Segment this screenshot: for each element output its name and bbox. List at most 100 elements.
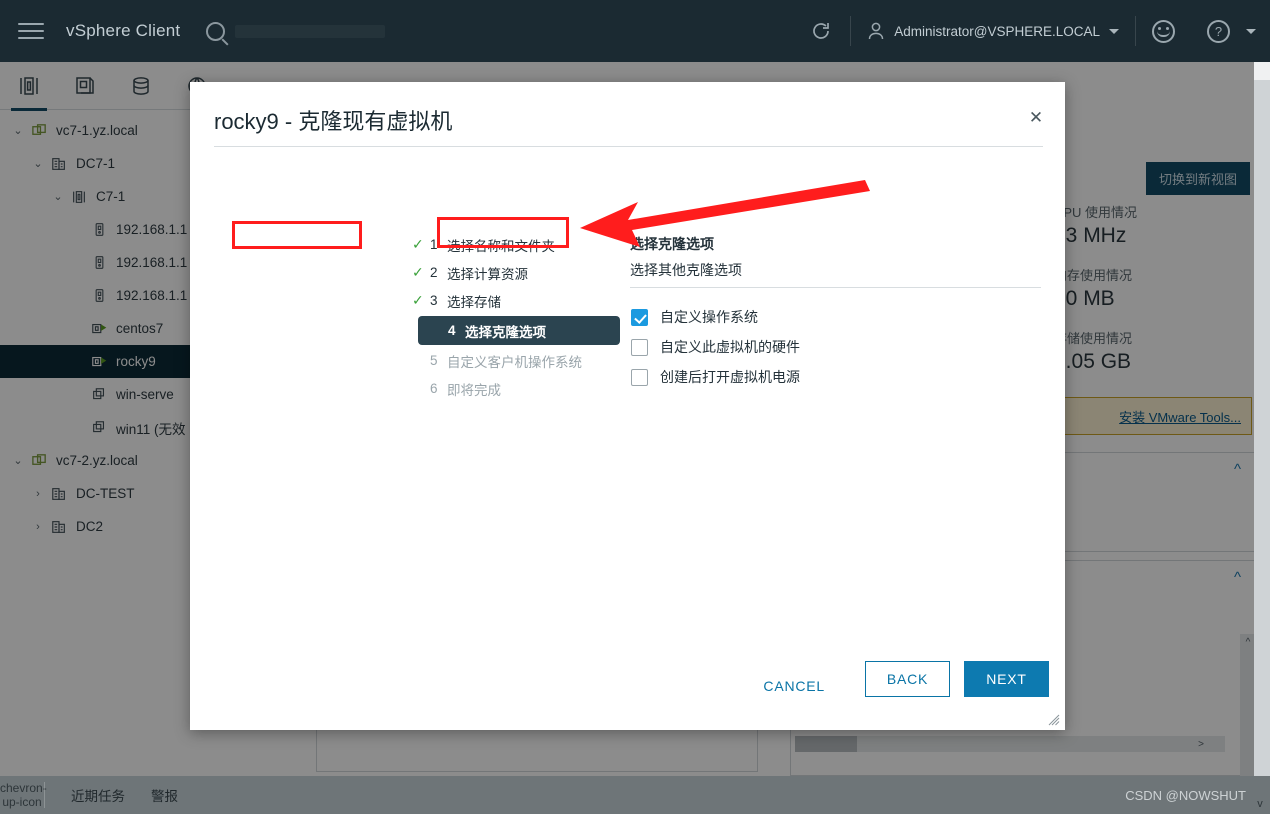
sidebar-item-storage[interactable] xyxy=(126,71,156,101)
page-vertical-scrollbar[interactable] xyxy=(1254,62,1270,776)
usage-stat-value: 1.05 GB xyxy=(1054,350,1132,373)
datacenter-icon xyxy=(48,486,70,502)
tree-item-label: 192.168.1.1 xyxy=(116,255,188,270)
checkbox[interactable] xyxy=(631,368,648,386)
checkbox[interactable] xyxy=(631,308,648,326)
search-input[interactable] xyxy=(235,24,386,38)
wizard-step-number: 6 xyxy=(430,381,438,396)
user-menu[interactable]: Administrator@VSPHERE.LOCAL xyxy=(851,21,1135,41)
tree-item-label: C7-1 xyxy=(96,189,126,204)
wizard-step[interactable]: 5 自定义客户机操作系统 xyxy=(412,348,612,373)
tree-item-label: 192.168.1.1 xyxy=(116,288,188,303)
wizard-step-label: 选择克隆选项 xyxy=(465,324,546,340)
clone-option-row[interactable]: 自定义操作系统 xyxy=(631,302,800,332)
clone-vm-wizard-dialog: rocky9 - 克隆现有虚拟机 ✕ ✓ 1 选择名称和文件夹 ✓ 2 选择计算资源 ✓ 3 选… xyxy=(190,82,1065,730)
help-menu[interactable]: ? xyxy=(1191,19,1270,43)
search-icon xyxy=(206,21,226,41)
scrollbar-thumb[interactable] xyxy=(795,736,857,752)
tree-item-label: win-serve xyxy=(116,387,174,402)
hamburger-menu-icon[interactable] xyxy=(18,18,44,44)
usage-stat-value: 23 MHz xyxy=(1054,224,1127,247)
wizard-step[interactable]: 4 选择克隆选项 xyxy=(418,316,620,345)
user-name-label: Administrator@VSPHERE.LOCAL xyxy=(894,23,1100,39)
chevron-down-icon[interactable]: ⌄ xyxy=(8,124,28,137)
clone-option-row[interactable]: 创建后打开虚拟机电源 xyxy=(631,362,800,392)
back-button[interactable]: BACK xyxy=(865,661,950,697)
divider xyxy=(44,782,45,808)
question-mark-icon[interactable]: ? xyxy=(1207,19,1230,43)
check-icon: ✓ xyxy=(412,292,424,308)
chevron-up-icon[interactable]: ^ xyxy=(1234,461,1241,478)
chevron-up-icon[interactable]: ^ xyxy=(1234,569,1241,586)
clone-option-row[interactable]: 自定义此虚拟机的硬件 xyxy=(631,332,800,362)
host-icon xyxy=(88,288,110,303)
next-button[interactable]: NEXT xyxy=(964,661,1049,697)
check-icon: ✓ xyxy=(412,236,424,252)
close-icon[interactable]: ✕ xyxy=(1025,108,1047,130)
wizard-step-label: 选择名称和文件夹 xyxy=(447,238,555,254)
tree-item-label: DC2 xyxy=(76,519,104,534)
smiley-face-icon[interactable] xyxy=(1152,19,1175,43)
tree-item-label: vc7-2.yz.local xyxy=(56,453,138,468)
usage-stat-label: 存储使用情况 xyxy=(1054,331,1133,346)
recent-tasks-tab[interactable]: 近期任务 xyxy=(71,785,125,805)
clone-option-label: 自定义此虚拟机的硬件 xyxy=(660,339,800,355)
app-brand-title: vSphere Client xyxy=(66,21,181,40)
wizard-step-label: 自定义客户机操作系统 xyxy=(447,354,582,370)
resize-handle[interactable] xyxy=(1048,713,1060,726)
install-vmware-tools-link[interactable]: 安装 VMware Tools... xyxy=(1119,407,1241,426)
user-avatar-icon xyxy=(867,21,885,41)
wizard-step-number: 4 xyxy=(448,323,456,338)
divider xyxy=(1135,16,1136,46)
divider xyxy=(214,146,1043,147)
datacenter-icon xyxy=(48,519,70,535)
tree-item-label: centos7 xyxy=(116,321,164,336)
cancel-button[interactable]: CANCEL xyxy=(749,668,839,704)
vmware-tools-banner: 安装 VMware Tools... xyxy=(1057,397,1252,435)
sidebar-item-hosts-and-clusters[interactable] xyxy=(11,71,47,111)
wizard-step[interactable]: ✓ 1 选择名称和文件夹 xyxy=(412,232,612,257)
checkbox[interactable] xyxy=(631,338,648,356)
tree-item-label: vc7-1.yz.local xyxy=(56,123,138,138)
global-search[interactable] xyxy=(206,21,386,41)
clone-option-label: 自定义操作系统 xyxy=(660,309,758,325)
divider xyxy=(630,287,1041,288)
sidebar-item-vms-and-templates[interactable] xyxy=(70,71,100,101)
wizard-step[interactable]: ✓ 3 选择存储 xyxy=(412,288,612,313)
chevron-right-icon[interactable]: › xyxy=(28,521,48,533)
switch-to-new-view-button[interactable]: 切换到新视图 xyxy=(1145,162,1250,195)
status-bar: chevron-up-icon 近期任务 警报 CSDN @NOWSHUT v xyxy=(0,776,1270,814)
chevron-down-icon[interactable]: ⌄ xyxy=(8,454,28,467)
refresh-icon[interactable] xyxy=(810,20,832,42)
vm-powered-on-icon xyxy=(88,354,110,370)
wizard-step-number: 5 xyxy=(430,353,438,368)
dialog-title: rocky9 - 克隆现有虚拟机 xyxy=(214,109,453,134)
chevron-up-icon[interactable]: chevron-up-icon xyxy=(0,781,47,809)
chevron-down-icon[interactable]: ⌄ xyxy=(28,157,48,170)
clone-options-group: 自定义操作系统自定义此虚拟机的硬件 创建后打开虚拟机电源 xyxy=(631,302,800,392)
app-root: vSphere Client Administrator@VSPHERE.LOC… xyxy=(0,0,1270,814)
wizard-step-number: 3 xyxy=(430,293,438,308)
chevron-down-icon[interactable]: ⌄ xyxy=(48,190,68,203)
chevron-down-icon[interactable]: v xyxy=(1252,796,1268,812)
scrollbar-thumb[interactable] xyxy=(1254,62,1270,80)
alarms-tab[interactable]: 警报 xyxy=(151,785,178,805)
chevron-right-icon[interactable]: › xyxy=(28,488,48,500)
usage-stat-label: 内存使用情况 xyxy=(1054,268,1133,283)
top-navigation-bar: vSphere Client Administrator@VSPHERE.LOC… xyxy=(0,0,1270,62)
check-icon: ✓ xyxy=(412,264,424,280)
watermark-label: CSDN @NOWSHUT xyxy=(1125,787,1246,803)
chevron-down-icon xyxy=(1246,28,1256,34)
scroll-right-icon[interactable]: > xyxy=(1193,736,1209,752)
wizard-step-number: 2 xyxy=(430,265,438,280)
dialog-footer: CANCEL BACK NEXT xyxy=(190,646,1065,730)
horizontal-scrollbar[interactable]: > xyxy=(795,736,1225,752)
clone-option-label: 创建后打开虚拟机电源 xyxy=(660,369,800,385)
wizard-step-number: 1 xyxy=(430,237,438,252)
tree-item-label: 192.168.1.1 xyxy=(116,222,188,237)
panel-heading-group: 选择克隆选项 选择其他克隆选项 xyxy=(630,234,742,280)
wizard-step[interactable]: ✓ 2 选择计算资源 xyxy=(412,260,612,285)
vm-icon xyxy=(88,420,110,436)
wizard-step[interactable]: 6 即将完成 xyxy=(412,376,612,401)
tree-item-label: rocky9 xyxy=(116,354,156,369)
